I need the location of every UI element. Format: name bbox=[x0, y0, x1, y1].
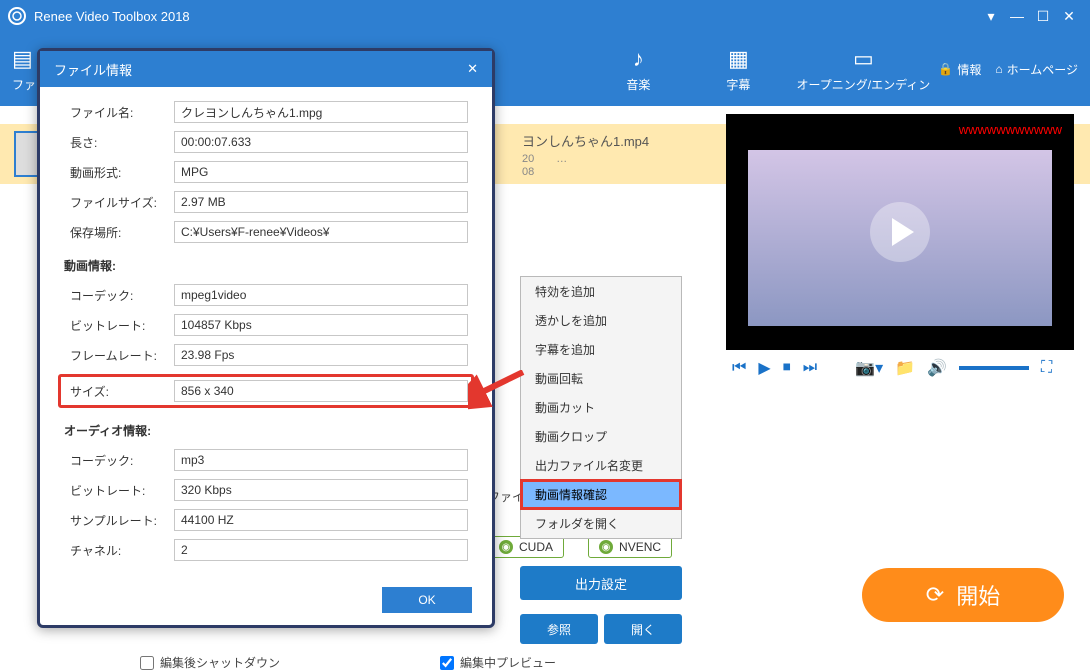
snapshot-icon[interactable]: 📷▾ bbox=[855, 358, 883, 378]
label-vcodec: コーデック: bbox=[64, 287, 174, 304]
value-abitrate: 320 Kbps bbox=[174, 479, 468, 501]
label-channel: チャネル: bbox=[64, 542, 174, 559]
dropdown-icon[interactable]: ▾ bbox=[978, 8, 1004, 25]
stop-icon[interactable]: ⏹ bbox=[783, 359, 791, 377]
label-length: 長さ: bbox=[64, 134, 174, 151]
tool-music[interactable]: ♪音楽 bbox=[588, 46, 688, 93]
value-samplerate: 44100 HZ bbox=[174, 509, 468, 531]
file-info-dialog: ファイル情報 ✕ ファイル名:クレヨンしんちゃん1.mpg 長さ:00:00:0… bbox=[37, 48, 495, 628]
label-acodec: コーデック: bbox=[64, 452, 174, 469]
context-item-8[interactable]: フォルダを開く bbox=[521, 509, 681, 538]
value-filename: クレヨンしんちゃん1.mpg bbox=[174, 101, 468, 123]
nvidia-icon: ◉ bbox=[499, 540, 513, 554]
lock-icon: 🔒 bbox=[938, 62, 953, 76]
arrow-icon bbox=[468, 370, 528, 410]
label-filename: ファイル名: bbox=[64, 104, 174, 121]
file-line2: 20 … bbox=[522, 150, 649, 166]
file-line3: 08 bbox=[522, 166, 649, 178]
preview-controls: ⏮ ▶ ⏹ ⏭ 📷▾ 📁 🔊 ⛶ bbox=[726, 350, 1074, 386]
shutdown-check-input[interactable] bbox=[140, 656, 154, 670]
section-audio: オーディオ情報: bbox=[64, 422, 468, 439]
label-format: 動画形式: bbox=[64, 164, 174, 181]
preview-checkbox[interactable]: 編集中プレビュー bbox=[440, 654, 556, 671]
shutdown-checkbox[interactable]: 編集後シャットダウン bbox=[140, 654, 280, 671]
browse-button[interactable]: 参照 bbox=[520, 614, 598, 644]
fullscreen-icon[interactable]: ⛶ bbox=[1041, 359, 1052, 377]
label-framerate: フレームレート: bbox=[64, 347, 174, 364]
preview-check-input[interactable] bbox=[440, 656, 454, 670]
preview-screen[interactable]: wwwwwwwwwww bbox=[726, 114, 1074, 350]
tool-opening[interactable]: ▭オープニング/エンディン bbox=[788, 46, 938, 93]
app-title: Renee Video Toolbox 2018 bbox=[34, 9, 190, 24]
value-channel: 2 bbox=[174, 539, 468, 561]
value-vcodec: mpeg1video bbox=[174, 284, 468, 306]
prev-icon[interactable]: ⏮ bbox=[732, 359, 746, 377]
value-length: 00:00:07.633 bbox=[174, 131, 468, 153]
context-item-6[interactable]: 出力ファイル名変更 bbox=[521, 451, 681, 480]
context-menu: 特効を追加透かしを追加字幕を追加動画回転動画カット動画クロップ出力ファイル名変更… bbox=[520, 276, 682, 539]
value-size: 856 x 340 bbox=[174, 380, 468, 402]
value-filesize: 2.97 MB bbox=[174, 191, 468, 213]
file-name: ヨンしんちゃん1.mp4 bbox=[522, 131, 649, 150]
context-item-7[interactable]: 動画情報確認 bbox=[521, 480, 681, 509]
volume-slider[interactable] bbox=[959, 366, 1029, 370]
label-abitrate: ビットレート: bbox=[64, 482, 174, 499]
ok-button[interactable]: OK bbox=[382, 587, 472, 613]
section-video: 動画情報: bbox=[64, 257, 468, 274]
watermark-text: wwwwwwwwwww bbox=[959, 122, 1062, 137]
close-button[interactable]: ✕ bbox=[1056, 8, 1082, 25]
dialog-header: ファイル情報 ✕ bbox=[40, 51, 492, 87]
value-acodec: mp3 bbox=[174, 449, 468, 471]
context-item-1[interactable]: 透かしを追加 bbox=[521, 306, 681, 335]
maximize-button[interactable]: ☐ bbox=[1030, 8, 1056, 25]
start-button[interactable]: ⟳開始 bbox=[862, 568, 1064, 622]
folder-icon[interactable]: 📁 bbox=[895, 358, 915, 378]
context-item-5[interactable]: 動画クロップ bbox=[521, 422, 681, 451]
context-item-4[interactable]: 動画カット bbox=[521, 393, 681, 422]
home-icon: ⌂ bbox=[995, 62, 1002, 76]
context-item-0[interactable]: 特効を追加 bbox=[521, 277, 681, 306]
value-format: MPG bbox=[174, 161, 468, 183]
play-icon[interactable]: ▶ bbox=[758, 358, 770, 378]
label-samplerate: サンプルレート: bbox=[64, 512, 174, 529]
refresh-icon: ⟳ bbox=[926, 582, 944, 608]
tool-subtitle[interactable]: ▦字幕 bbox=[688, 46, 788, 93]
music-icon: ♪ bbox=[588, 46, 688, 72]
checks-row: 編集後シャットダウン 編集中プレビュー bbox=[140, 654, 556, 671]
dialog-title: ファイル情報 bbox=[54, 60, 132, 79]
next-icon[interactable]: ⏭ bbox=[803, 359, 817, 377]
titlebar: Renee Video Toolbox 2018 ▾ ― ☐ ✕ bbox=[0, 0, 1090, 32]
value-framerate: 23.98 Fps bbox=[174, 344, 468, 366]
minimize-button[interactable]: ― bbox=[1004, 8, 1030, 24]
dialog-close-icon[interactable]: ✕ bbox=[467, 61, 478, 77]
value-bitrate: 104857 Kbps bbox=[174, 314, 468, 336]
label-filesize: ファイルサイズ: bbox=[64, 194, 174, 211]
context-item-2[interactable]: 字幕を追加 bbox=[521, 335, 681, 364]
cuda-badge[interactable]: ◉CUDA bbox=[488, 536, 564, 558]
value-path: C:¥Users¥F-renee¥Videos¥ bbox=[174, 221, 468, 243]
label-size: サイズ: bbox=[64, 383, 174, 400]
nvenc-badge[interactable]: ◉NVENC bbox=[588, 536, 672, 558]
label-path: 保存場所: bbox=[64, 224, 174, 241]
output-settings-button[interactable]: 出力設定 bbox=[520, 566, 682, 600]
app-logo-icon bbox=[8, 7, 26, 25]
play-overlay-icon[interactable] bbox=[870, 202, 930, 262]
subtitle-icon: ▦ bbox=[688, 46, 788, 72]
nvidia-icon: ◉ bbox=[599, 540, 613, 554]
homepage-link[interactable]: ⌂ホームページ bbox=[995, 61, 1078, 78]
preview-panel: wwwwwwwwwww ⏮ ▶ ⏹ ⏭ 📷▾ 📁 🔊 ⛶ bbox=[726, 114, 1074, 386]
opening-icon: ▭ bbox=[788, 46, 938, 72]
volume-icon[interactable]: 🔊 bbox=[927, 358, 947, 378]
open-button[interactable]: 開く bbox=[604, 614, 682, 644]
info-link[interactable]: 🔒情報 bbox=[938, 61, 981, 78]
label-bitrate: ビットレート: bbox=[64, 317, 174, 334]
context-item-3[interactable]: 動画回転 bbox=[521, 364, 681, 393]
